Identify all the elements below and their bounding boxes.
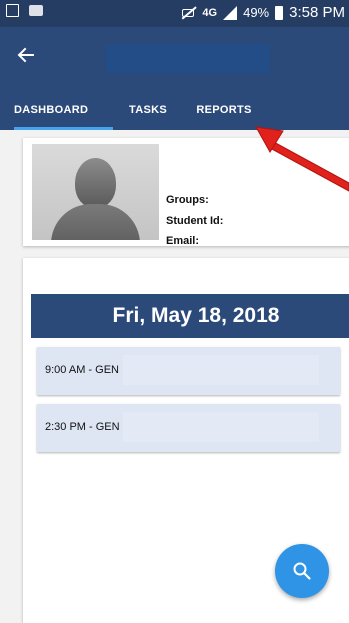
status-time: 3:58 PM (289, 4, 345, 21)
search-icon (293, 562, 311, 580)
avatar-body (51, 204, 140, 240)
arrow-left-icon[interactable] (14, 45, 38, 69)
status-indicators: 4G 49% 3:58 PM (180, 4, 345, 21)
appointment-detail-area (123, 355, 319, 385)
appointment-item[interactable]: 9:00 AM - GEN (37, 347, 340, 395)
appointment-detail-area (123, 412, 319, 442)
status-notifications (6, 4, 43, 17)
mute-icon (180, 6, 196, 20)
battery-icon (275, 5, 284, 20)
student-id-label: Student Id: (166, 215, 224, 227)
appointment-time: 2:30 PM - GEN (45, 421, 120, 433)
network-type: 4G (202, 6, 218, 19)
appointment-item[interactable]: 2:30 PM - GEN (37, 404, 340, 452)
signal-icon (223, 5, 238, 20)
app-bar: DASHBOARD TASKS REPORTS (0, 27, 349, 130)
tab-dashboard[interactable]: DASHBOARD (14, 94, 114, 130)
status-bar: 4G 49% 3:58 PM (0, 0, 349, 27)
gallery-notification-icon (6, 4, 19, 17)
tab-reports[interactable]: REPORTS (194, 94, 254, 130)
schedule-date: Fri, May 18, 2018 (31, 294, 349, 338)
groups-label: Groups: (166, 194, 209, 206)
app-screen: 4G 49% 3:58 PM DASHBOARD TASKS REPORTS G… (0, 0, 349, 623)
tab-bar: DASHBOARD TASKS REPORTS (0, 94, 349, 130)
groups-value-box (219, 188, 335, 206)
avatar (32, 144, 159, 240)
app-title-redacted (106, 44, 270, 73)
appointment-time: 9:00 AM - GEN (45, 364, 119, 376)
profile-card: Groups: Student Id: Email: (23, 138, 349, 247)
search-fab-button[interactable] (275, 544, 329, 598)
student-details-box (235, 210, 335, 240)
tab-tasks[interactable]: TASKS (128, 94, 168, 130)
avatar-head (75, 158, 116, 208)
message-notification-icon (29, 5, 43, 16)
battery-percent: 49% (243, 5, 270, 20)
email-label: Email: (166, 235, 200, 247)
tab-indicator (14, 127, 113, 130)
